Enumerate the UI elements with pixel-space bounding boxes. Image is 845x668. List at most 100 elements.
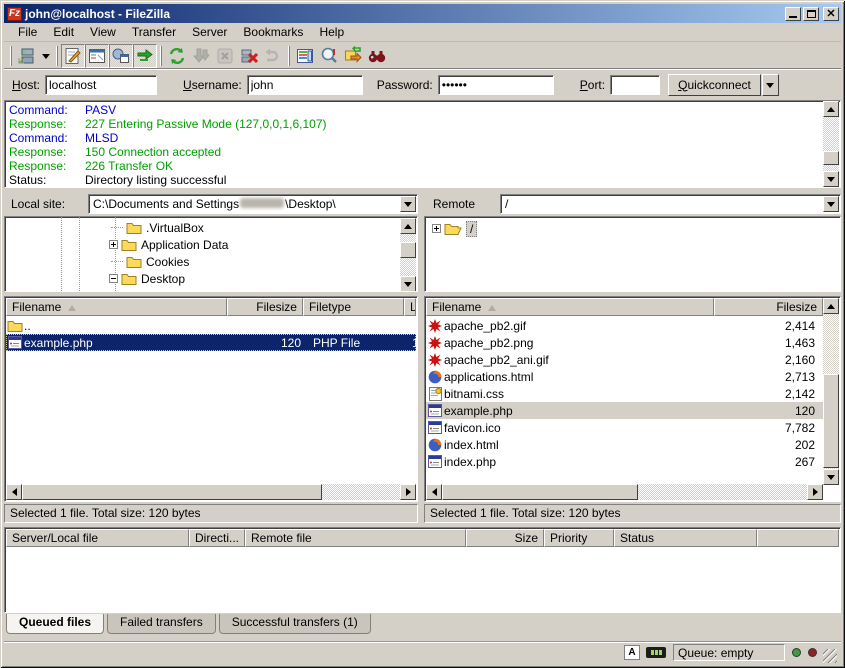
log-scrollbar[interactable]	[823, 101, 839, 187]
file-row[interactable]: apache_pb2_ani.gif 2,160	[426, 351, 823, 368]
tab-failed-transfers[interactable]: Failed transfers	[107, 614, 216, 634]
scroll-left-button[interactable]	[426, 484, 442, 500]
menu-server[interactable]: Server	[184, 23, 235, 41]
file-row[interactable]: index.html 202	[426, 436, 823, 453]
scroll-down-button[interactable]	[400, 276, 416, 292]
column-header-priority[interactable]: Priority	[544, 529, 614, 547]
file-row[interactable]: apache_pb2.png 1,463	[426, 334, 823, 351]
column-header-filesize[interactable]: Filesize	[227, 298, 303, 316]
local-tree-scrollbar[interactable]	[400, 218, 416, 292]
tree-item-desktop[interactable]: Desktop	[5, 270, 417, 287]
column-header-filetype[interactable]: Filetype	[303, 298, 404, 316]
local-tree-icon	[87, 46, 107, 66]
directory-listing-filters-button[interactable]	[293, 44, 317, 68]
file-row[interactable]: apache_pb2.gif 2,414	[426, 317, 823, 334]
file-row[interactable]: favicon.ico 7,782	[426, 419, 823, 436]
logview-toggle-button[interactable]	[61, 44, 85, 68]
scroll-thumb[interactable]	[400, 242, 416, 258]
file-row[interactable]: bitnami.css 2,142	[426, 385, 823, 402]
local-treeview-toggle-button[interactable]	[85, 44, 109, 68]
expand-plus-icon[interactable]	[109, 240, 118, 249]
remote-site-dropdown-button[interactable]	[823, 196, 839, 212]
tree-item-application-data[interactable]: Application Data	[5, 236, 417, 253]
column-header-remote-file[interactable]: Remote file	[245, 529, 466, 547]
scroll-up-button[interactable]	[823, 298, 839, 314]
menu-bookmarks[interactable]: Bookmarks	[235, 23, 311, 41]
close-button[interactable]: ✕	[823, 7, 839, 21]
quickconnect-dropdown-button[interactable]	[762, 74, 779, 96]
column-header-status[interactable]: Status	[614, 529, 757, 547]
arrow-down-icon	[404, 282, 412, 291]
data-type-indicator-icon[interactable]: A	[624, 645, 640, 660]
arrow-down-icon	[827, 475, 835, 484]
site-manager-dropdown-button[interactable]	[39, 44, 53, 68]
column-header-direction[interactable]: Directi...	[189, 529, 245, 547]
tab-successful-transfers[interactable]: Successful transfers (1)	[219, 614, 371, 634]
menu-file[interactable]: File	[10, 23, 45, 41]
remote-list-hscrollbar[interactable]	[426, 484, 823, 500]
scroll-left-button[interactable]	[6, 484, 22, 500]
remote-treeview-toggle-button[interactable]	[109, 44, 133, 68]
menu-view[interactable]: View	[82, 23, 124, 41]
redacted-username	[240, 198, 284, 208]
scroll-thumb[interactable]	[442, 484, 638, 500]
cancel-operation-button[interactable]	[213, 44, 237, 68]
tree-item-virtualbox[interactable]: .VirtualBox	[5, 219, 417, 236]
minimize-button[interactable]	[785, 7, 801, 21]
column-header-server-local-file[interactable]: Server/Local file	[6, 529, 189, 547]
scroll-up-button[interactable]	[400, 218, 416, 234]
queueview-toggle-button[interactable]	[133, 44, 157, 68]
toolbar-separator	[56, 46, 58, 66]
tab-queued-files[interactable]: Queued files	[6, 614, 104, 634]
file-row[interactable]: applications.html 2,713	[426, 368, 823, 385]
quickconnect-button[interactable]: Quickconnect	[668, 74, 761, 96]
scroll-down-button[interactable]	[823, 171, 839, 187]
local-site-combobox[interactable]: C:\Documents and Settings\Desktop\	[88, 194, 418, 214]
scroll-thumb[interactable]	[823, 151, 839, 165]
synchronized-browsing-button[interactable]	[341, 44, 365, 68]
arrow-right-icon	[406, 488, 415, 496]
menu-edit[interactable]: Edit	[45, 23, 82, 41]
maximize-button[interactable]	[803, 7, 819, 21]
site-manager-button[interactable]	[15, 44, 39, 68]
resize-grip[interactable]	[823, 649, 837, 663]
speed-limit-indicator-icon[interactable]	[646, 647, 666, 658]
password-input[interactable]	[438, 75, 554, 95]
refresh-button[interactable]	[165, 44, 189, 68]
expand-plus-icon[interactable]	[432, 224, 441, 233]
file-row-selected[interactable]: example.php 120	[426, 402, 823, 419]
menu-help[interactable]: Help	[311, 23, 352, 41]
scroll-right-button[interactable]	[400, 484, 416, 500]
file-row-parent-directory[interactable]: ..	[6, 317, 416, 334]
remote-site-combobox[interactable]: /	[500, 194, 841, 214]
scroll-thumb[interactable]	[22, 484, 322, 500]
menu-transfer[interactable]: Transfer	[124, 23, 184, 41]
find-files-button[interactable]	[365, 44, 389, 68]
minimize-icon	[789, 16, 797, 18]
scroll-down-button[interactable]	[823, 469, 839, 485]
tree-item-root[interactable]: /	[425, 220, 840, 237]
process-queue-button[interactable]	[189, 44, 213, 68]
file-row-example-php[interactable]: example.php 120 PHP File 1	[6, 334, 416, 351]
scroll-right-button[interactable]	[807, 484, 823, 500]
scroll-up-button[interactable]	[823, 101, 839, 117]
port-input[interactable]	[610, 75, 660, 95]
local-list-hscrollbar[interactable]	[6, 484, 416, 500]
column-header-filename[interactable]: Filename	[6, 298, 227, 316]
column-header-filesize[interactable]: Filesize	[714, 298, 823, 316]
message-log-icon	[63, 46, 83, 66]
local-site-dropdown-button[interactable]	[400, 196, 416, 212]
remote-list-vscrollbar[interactable]	[823, 298, 839, 485]
column-header-size[interactable]: Size	[466, 529, 544, 547]
reconnect-button[interactable]	[261, 44, 285, 68]
collapse-minus-icon[interactable]	[109, 274, 118, 283]
username-input[interactable]	[247, 75, 363, 95]
disconnect-button[interactable]	[237, 44, 261, 68]
file-row[interactable]: index.php 267	[426, 453, 823, 470]
column-header-last-modified[interactable]: L	[404, 298, 416, 316]
scroll-thumb[interactable]	[823, 374, 839, 468]
host-input[interactable]	[45, 75, 157, 95]
tree-item-cookies[interactable]: Cookies	[5, 253, 417, 270]
compare-directories-button[interactable]	[317, 44, 341, 68]
column-header-filename[interactable]: Filename	[426, 298, 714, 316]
